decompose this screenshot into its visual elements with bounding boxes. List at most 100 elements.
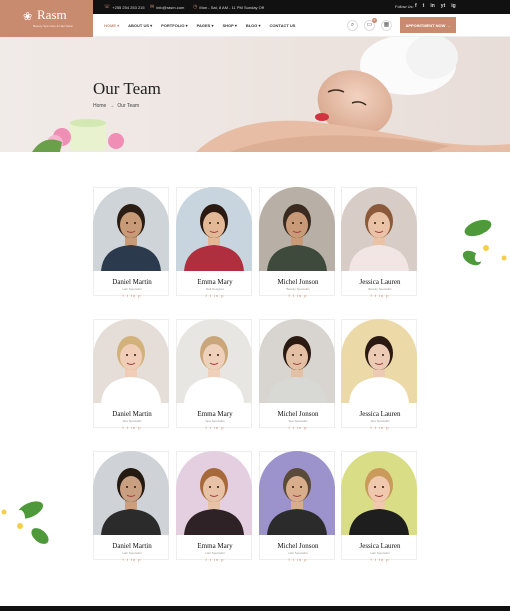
pinterest-icon[interactable]: p [386,293,389,298]
team-member-name[interactable]: Michel Jonson [260,542,336,550]
facebook-icon[interactable]: f [206,425,208,430]
linkedin-icon[interactable]: in [430,3,434,9]
twitter-icon[interactable]: t [127,425,129,430]
facebook-icon[interactable]: f [206,557,208,562]
team-member-card[interactable]: Jessica Lauren Beauty Specialist f t in p [341,187,418,298]
facebook-icon[interactable]: f [289,425,291,430]
email-info[interactable]: ✉ info@rasm.com [150,4,184,10]
team-member-name[interactable]: Jessica Lauren [342,278,418,286]
linkedin-icon[interactable]: in [379,293,384,298]
facebook-icon[interactable]: f [123,293,125,298]
breadcrumb-home[interactable]: Home [93,103,106,109]
twitter-icon[interactable]: t [375,425,377,430]
pinterest-icon[interactable]: p [304,425,307,430]
team-member-name[interactable]: Daniel Martin [94,410,170,418]
facebook-icon[interactable]: f [415,3,417,9]
linkedin-icon[interactable]: in [214,293,219,298]
team-member-role: Beauty Specialist [368,287,392,291]
pinterest-icon[interactable]: p [386,425,389,430]
team-member-social: f t in p [260,425,336,430]
team-member-role: Spa Specialist [122,419,142,423]
twitter-icon[interactable]: t [293,557,295,562]
linkedin-icon[interactable]: in [297,425,302,430]
linkedin-icon[interactable]: in [214,425,219,430]
facebook-icon[interactable]: f [206,293,208,298]
twitter-icon[interactable]: t [423,3,425,9]
team-member-card[interactable]: Michel Jonson Beauty Specialist f t in p [259,187,336,298]
youtube-icon[interactable]: yt [441,3,445,9]
twitter-icon[interactable]: t [210,425,212,430]
facebook-icon[interactable]: f [123,557,125,562]
linkedin-icon[interactable]: in [379,557,384,562]
team-member-name[interactable]: Jessica Lauren [342,542,418,550]
linkedin-icon[interactable]: in [131,425,136,430]
facebook-icon[interactable]: f [371,557,373,562]
team-member-name[interactable]: Michel Jonson [260,278,336,286]
team-member-card[interactable]: Daniel Martin Hair Specialist f t in p [93,187,170,298]
team-member-card[interactable]: Michel Jonson Spa Specialist f t in p [259,319,336,430]
team-member-card[interactable]: Jessica Lauren Hair Specialist f t in p [341,451,418,562]
twitter-icon[interactable]: t [210,557,212,562]
appointment-button[interactable]: APPOINTMENT NOW → [400,17,456,33]
twitter-icon[interactable]: t [375,557,377,562]
pinterest-icon[interactable]: p [138,557,141,562]
phone-text: +255 254 253 215 [112,4,145,10]
facebook-icon[interactable]: f [371,425,373,430]
pinterest-icon[interactable]: p [221,293,224,298]
nav-pages[interactable]: PAGES ▾ [197,23,214,28]
facebook-icon[interactable]: f [289,557,291,562]
linkedin-icon[interactable]: in [214,557,219,562]
linkedin-icon[interactable]: in [131,293,136,298]
facebook-icon[interactable]: f [123,425,125,430]
team-member-card[interactable]: Daniel Martin Spa Specialist f t in p [93,319,170,430]
twitter-icon[interactable]: t [293,425,295,430]
pinterest-icon[interactable]: p [138,425,141,430]
team-member-name[interactable]: Daniel Martin [94,542,170,550]
instagram-icon[interactable]: ig [451,3,455,9]
pinterest-icon[interactable]: p [138,293,141,298]
pinterest-icon[interactable]: p [304,557,307,562]
team-member-card[interactable]: Daniel Martin Hair Specialist f t in p [93,451,170,562]
nav-about[interactable]: ABOUT US ▾ [128,23,152,28]
team-member-card[interactable]: Michel Jonson Hair Specialist f t in p [259,451,336,562]
facebook-icon[interactable]: f [371,293,373,298]
linkedin-icon[interactable]: in [297,557,302,562]
search-icon[interactable]: ⌕ [347,20,358,31]
team-member-card[interactable]: Emma Mary Hair Specialist f t in p [176,451,253,562]
team-member-role: Hair Specialist [122,287,142,291]
team-member-card[interactable]: Jessica Lauren Spa Specialist f t in p [341,319,418,430]
team-member-name[interactable]: Emma Mary [177,278,253,286]
breadcrumb-current: Our Team [117,103,140,109]
team-member-name[interactable]: Jessica Lauren [342,410,418,418]
nav-shop[interactable]: SHOP ▾ [222,23,236,28]
team-member-card[interactable]: Emma Mary Nail Designer f t in p [176,187,253,298]
nav-blog[interactable]: BLOG ▾ [246,23,261,28]
twitter-icon[interactable]: t [293,293,295,298]
nav-home[interactable]: HOME ▾ [104,23,119,28]
pinterest-icon[interactable]: p [221,425,224,430]
team-member-name[interactable]: Emma Mary [177,542,253,550]
twitter-icon[interactable]: t [127,557,129,562]
pinterest-icon[interactable]: p [386,557,389,562]
team-member-name[interactable]: Michel Jonson [260,410,336,418]
pinterest-icon[interactable]: p [221,557,224,562]
team-member-social: f t in p [94,425,170,430]
linkedin-icon[interactable]: in [379,425,384,430]
site-logo[interactable]: ❀ Rasm Beauty Spa Care & Nail Salon [0,0,93,37]
team-member-social: f t in p [177,557,253,562]
linkedin-icon[interactable]: in [131,557,136,562]
team-member-name[interactable]: Emma Mary [177,410,253,418]
twitter-icon[interactable]: t [127,293,129,298]
linkedin-icon[interactable]: in [297,293,302,298]
nav-contact[interactable]: CONTACT US [270,23,296,28]
twitter-icon[interactable]: t [210,293,212,298]
phone-info[interactable]: ☏ +255 254 253 215 [104,4,145,10]
grid-menu-icon[interactable]: ▦ [381,20,392,31]
nav-portfolio[interactable]: PORTFOLIO ▾ [161,23,187,28]
team-member-photo [259,451,335,535]
team-member-card[interactable]: Emma Mary Spa Specialist f t in p [176,319,253,430]
pinterest-icon[interactable]: p [304,293,307,298]
facebook-icon[interactable]: f [289,293,291,298]
team-member-name[interactable]: Daniel Martin [94,278,170,286]
twitter-icon[interactable]: t [375,293,377,298]
